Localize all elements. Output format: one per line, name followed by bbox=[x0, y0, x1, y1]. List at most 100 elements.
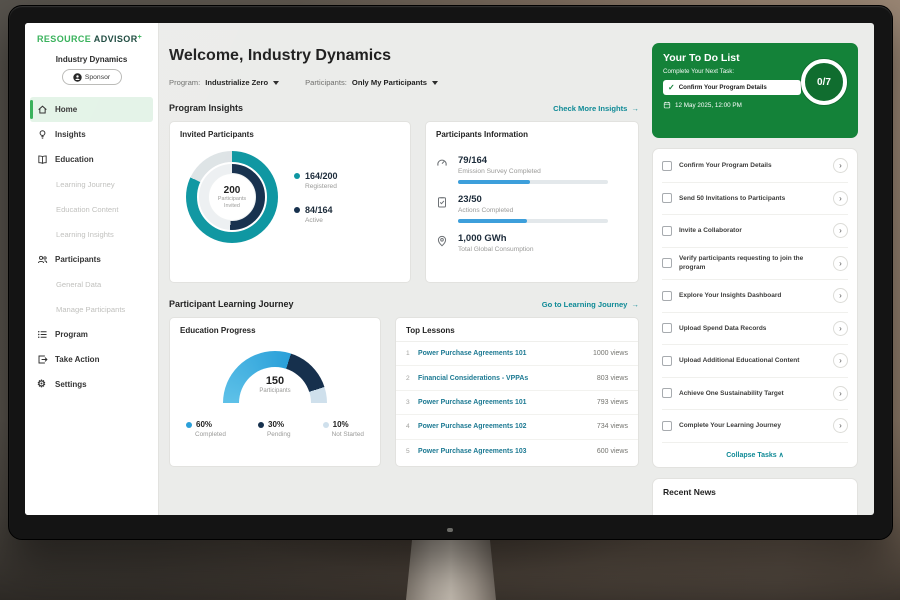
registered-dot bbox=[294, 173, 300, 179]
task-list-card: Confirm Your Program Details › Send 50 I… bbox=[652, 148, 858, 468]
sidebar-item-settings[interactable]: ⚙ Settings bbox=[25, 372, 158, 397]
sidebar-item-program[interactable]: Program bbox=[25, 322, 158, 347]
task-row[interactable]: Complete Your Learning Journey › bbox=[662, 410, 848, 443]
participants-dropdown[interactable]: Participants: Only My Participants bbox=[305, 78, 438, 87]
not-started-dot bbox=[323, 422, 329, 428]
chevron-right-icon[interactable]: › bbox=[833, 191, 848, 206]
program-value: Industrialize Zero bbox=[205, 78, 268, 87]
program-dropdown[interactable]: Program: Industrialize Zero bbox=[169, 78, 279, 87]
lesson-link[interactable]: Power Purchase Agreements 103 bbox=[418, 448, 597, 455]
collapse-tasks-button[interactable]: Collapse Tasks ∧ bbox=[662, 443, 848, 466]
book-icon bbox=[37, 154, 48, 165]
completed-label: Completed bbox=[195, 431, 226, 438]
arrow-right-icon: → bbox=[631, 300, 639, 309]
lightbulb-icon bbox=[37, 129, 48, 140]
sponsor-label: Sponsor bbox=[85, 74, 110, 81]
task-row[interactable]: Upload Additional Educational Content › bbox=[662, 345, 848, 378]
lesson-row: 5 Power Purchase Agreements 103 600 view… bbox=[396, 440, 638, 463]
task-row[interactable]: Invite a Collaborator › bbox=[662, 215, 848, 248]
next-task-chip[interactable]: ✓ Confirm Your Program Details bbox=[663, 80, 801, 95]
task-row[interactable]: Send 50 Invitations to Participants › bbox=[662, 183, 848, 216]
sidebar-item-education-content[interactable]: Education Content bbox=[25, 197, 158, 222]
invited-donut-chart: 200 Participants Invited bbox=[186, 151, 278, 243]
card-title: Participants Information bbox=[426, 122, 638, 145]
check-more-insights-link[interactable]: Check More Insights → bbox=[553, 104, 639, 113]
calendar-icon bbox=[663, 101, 671, 109]
task-row[interactable]: Verify participants requesting to join t… bbox=[662, 248, 848, 281]
emission-progress-fill bbox=[458, 180, 530, 184]
task-label: Achieve One Sustainability Target bbox=[679, 389, 826, 398]
task-checkbox[interactable] bbox=[662, 226, 672, 236]
pending-dot bbox=[258, 422, 264, 428]
task-label: Upload Additional Educational Content bbox=[679, 356, 826, 365]
completed-pct: 60% bbox=[196, 420, 212, 429]
chevron-right-icon[interactable]: › bbox=[833, 418, 848, 433]
sidebar-item-education[interactable]: Education bbox=[25, 147, 158, 172]
chevron-right-icon[interactable]: › bbox=[833, 288, 848, 303]
task-checkbox[interactable] bbox=[662, 421, 672, 431]
lesson-link[interactable]: Power Purchase Agreements 101 bbox=[418, 399, 597, 406]
action-arrow-icon bbox=[37, 354, 48, 365]
emission-value: 79/164 bbox=[458, 155, 608, 166]
lesson-rank: 4 bbox=[406, 423, 418, 430]
donut-center: 200 Participants Invited bbox=[208, 173, 256, 221]
sidebar-item-home[interactable]: Home bbox=[30, 97, 153, 122]
sponsor-badge[interactable]: Sponsor bbox=[62, 69, 122, 85]
learning-journey-header: Participant Learning Journey Go to Learn… bbox=[169, 299, 639, 309]
sidebar-item-label: Home bbox=[55, 105, 77, 114]
todo-panel: Your To Do List Complete Your Next Task:… bbox=[652, 23, 858, 515]
lesson-link[interactable]: Power Purchase Agreements 101 bbox=[418, 350, 593, 357]
task-checkbox[interactable] bbox=[662, 323, 672, 333]
sidebar-item-participants[interactable]: Participants bbox=[25, 247, 158, 272]
task-row[interactable]: Upload Spend Data Records › bbox=[662, 313, 848, 346]
insights-cards-row: Invited Participants 200 Participants In… bbox=[169, 121, 639, 283]
task-checkbox[interactable] bbox=[662, 291, 672, 301]
link-label: Go to Learning Journey bbox=[542, 300, 628, 309]
recent-news-card: Recent News bbox=[652, 478, 858, 516]
task-row[interactable]: Achieve One Sustainability Target › bbox=[662, 378, 848, 411]
task-checkbox[interactable] bbox=[662, 193, 672, 203]
task-row[interactable]: Confirm Your Program Details › bbox=[662, 150, 848, 183]
chevron-right-icon[interactable]: › bbox=[833, 386, 848, 401]
sidebar-item-insights[interactable]: Insights bbox=[25, 122, 158, 147]
gauge-center-label: Participants bbox=[223, 388, 327, 394]
monitor-stand bbox=[406, 537, 496, 600]
chevron-right-icon[interactable]: › bbox=[833, 353, 848, 368]
sidebar-item-label: Program bbox=[55, 330, 88, 339]
chevron-right-icon[interactable]: › bbox=[833, 223, 848, 238]
registered-label: Registered bbox=[305, 183, 338, 190]
task-checkbox[interactable] bbox=[662, 388, 672, 398]
lesson-link[interactable]: Financial Considerations - VPPAs bbox=[418, 375, 597, 382]
lesson-rank: 5 bbox=[406, 448, 418, 455]
sidebar-item-learning-journey[interactable]: Learning Journey bbox=[25, 172, 158, 197]
sidebar-item-general-data[interactable]: General Data bbox=[25, 272, 158, 297]
task-row[interactable]: Explore Your Insights Dashboard › bbox=[662, 280, 848, 313]
completed-dot bbox=[186, 422, 192, 428]
task-checkbox[interactable] bbox=[662, 356, 672, 366]
consumption-label: Total Global Consumption bbox=[458, 246, 534, 253]
logo-primary: RESOURCE bbox=[37, 34, 91, 44]
invited-participants-card: Invited Participants 200 Participants In… bbox=[169, 121, 411, 283]
sidebar-item-label: Take Action bbox=[55, 355, 99, 364]
sidebar-nav: Home Insights Education Learning Journey… bbox=[25, 97, 158, 397]
participants-information-card: Participants Information 79/164 Emission… bbox=[425, 121, 639, 283]
chevron-right-icon[interactable]: › bbox=[833, 256, 848, 271]
todo-progress-value: 0/7 bbox=[801, 59, 847, 105]
task-checkbox[interactable] bbox=[662, 258, 672, 268]
task-checkbox[interactable] bbox=[662, 161, 672, 171]
sidebar-item-label: Participants bbox=[55, 255, 101, 264]
go-to-learning-journey-link[interactable]: Go to Learning Journey → bbox=[542, 300, 639, 309]
sidebar-item-take-action[interactable]: Take Action bbox=[25, 347, 158, 372]
chevron-right-icon[interactable]: › bbox=[833, 321, 848, 336]
main-content: Welcome, Industry Dynamics Program: Indu… bbox=[169, 23, 639, 515]
chevron-right-icon[interactable]: › bbox=[833, 158, 848, 173]
person-icon bbox=[73, 73, 82, 82]
lesson-views: 734 views bbox=[597, 423, 628, 430]
lesson-link[interactable]: Power Purchase Agreements 102 bbox=[418, 423, 597, 430]
gauge-center: 150 Participants bbox=[223, 375, 327, 394]
actions-progress-track bbox=[458, 219, 608, 223]
sidebar-item-manage-participants[interactable]: Manage Participants bbox=[25, 297, 158, 322]
pending-label: Pending bbox=[267, 431, 290, 438]
sidebar-item-learning-insights[interactable]: Learning Insights bbox=[25, 222, 158, 247]
list-icon bbox=[37, 329, 48, 340]
